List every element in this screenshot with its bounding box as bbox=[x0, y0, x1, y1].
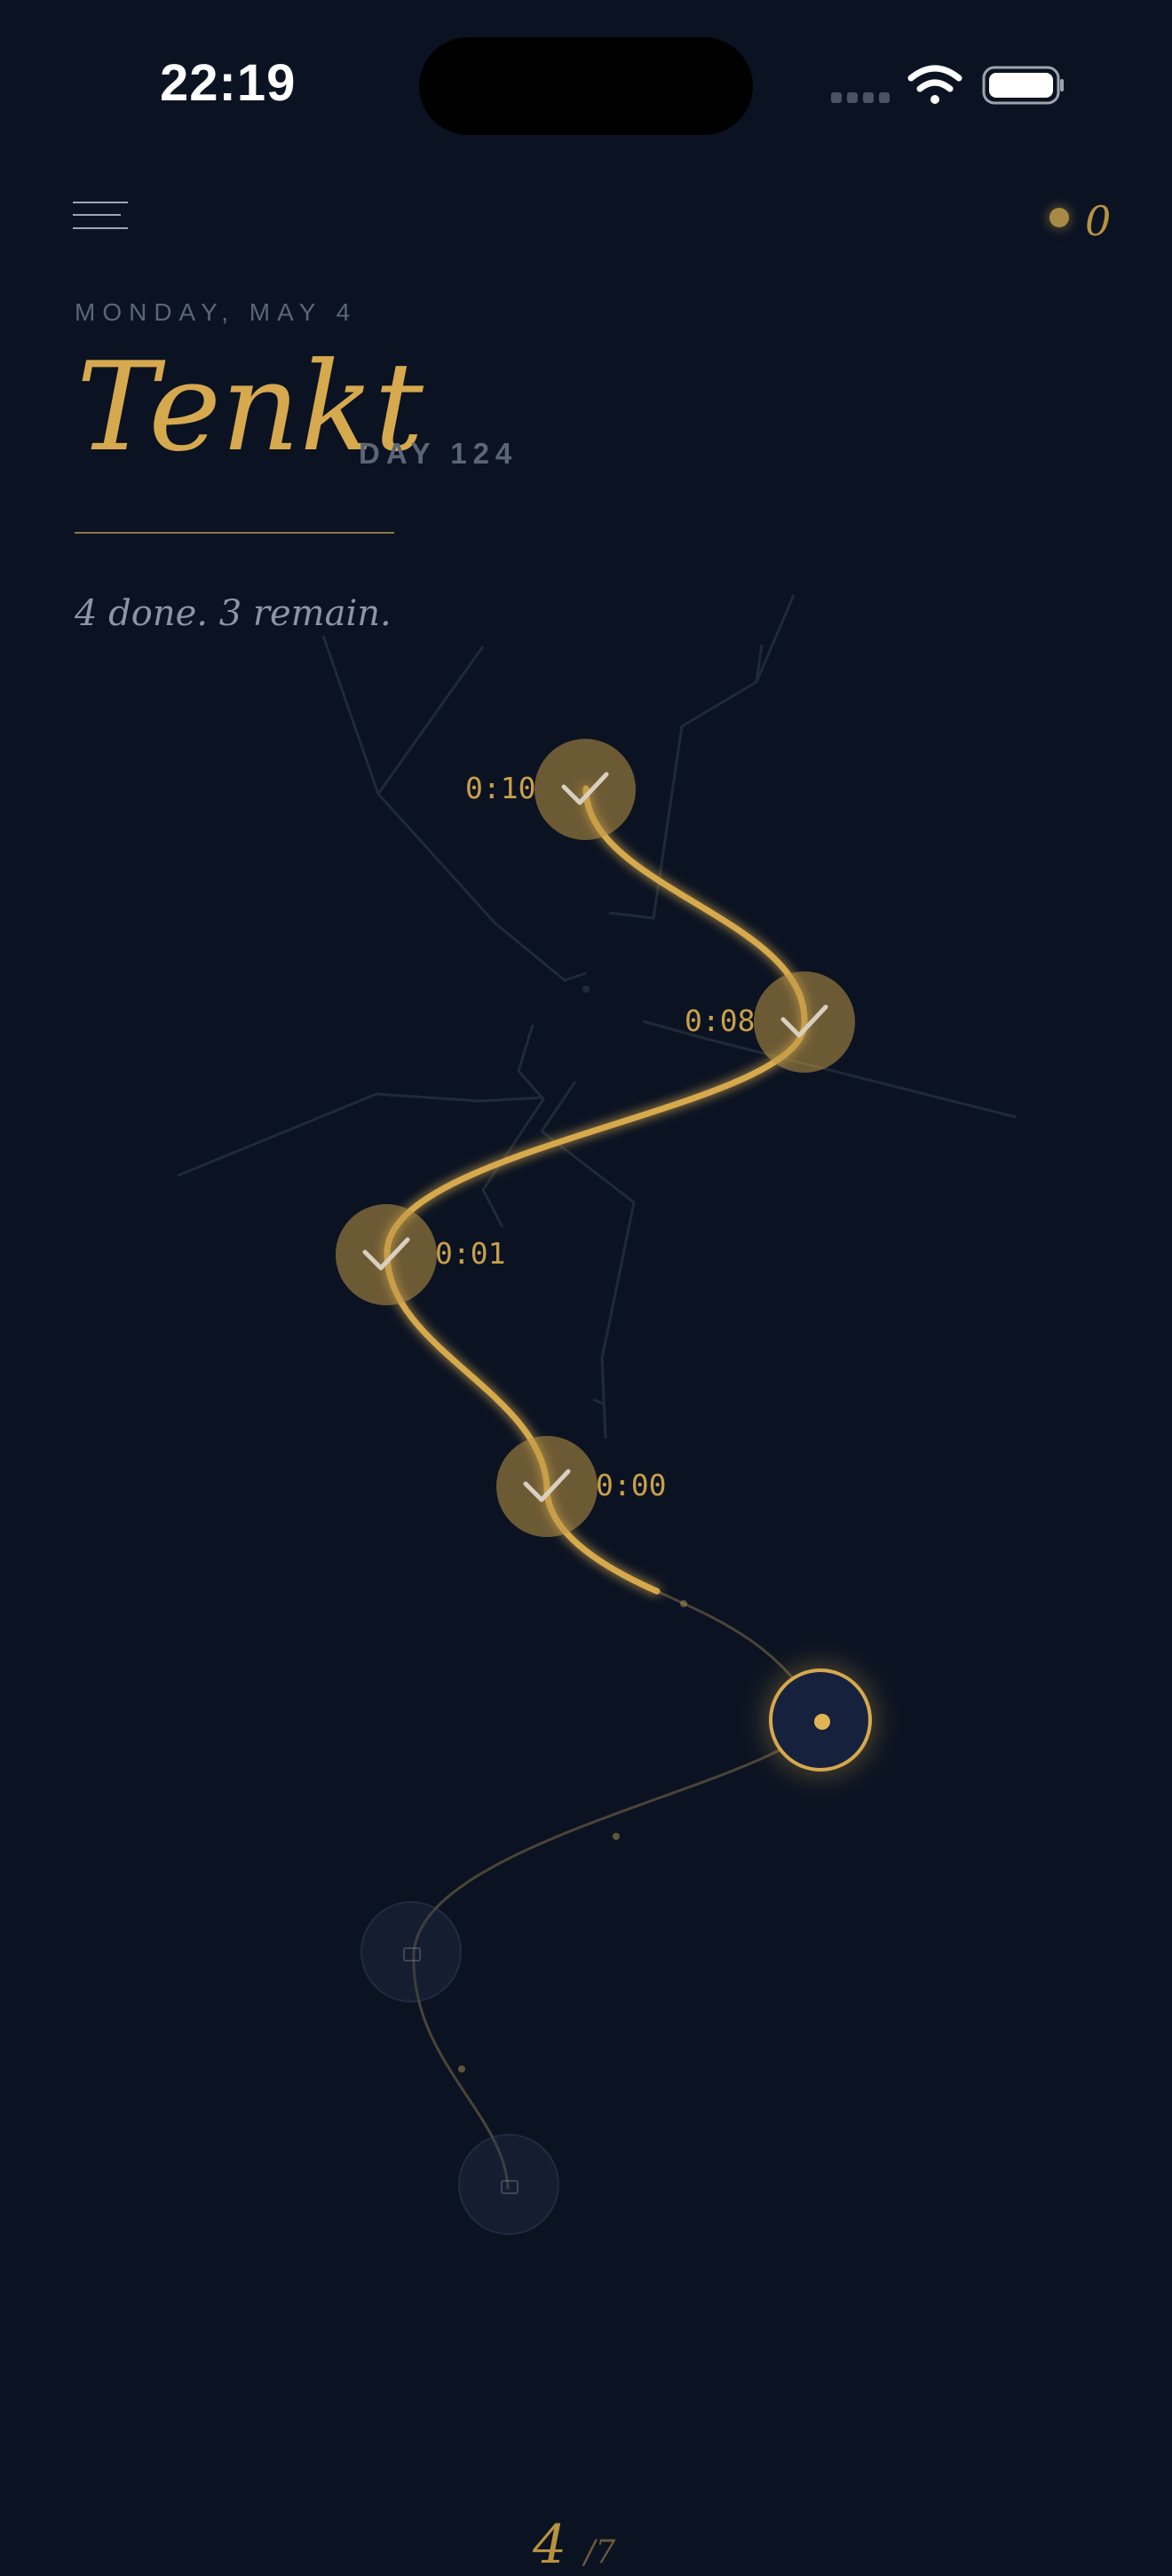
dot-icon bbox=[814, 1714, 830, 1730]
path-node-1[interactable] bbox=[535, 739, 636, 840]
checkmark-icon bbox=[523, 1469, 571, 1502]
path-map bbox=[177, 594, 1017, 2190]
node-time-3: 0:01 bbox=[435, 1236, 506, 1271]
path-node-locked-2 bbox=[458, 2134, 559, 2235]
upcoming-path bbox=[412, 1589, 822, 2190]
path-node-4[interactable] bbox=[496, 1436, 598, 1537]
progress-counter: 4/7 bbox=[533, 2518, 615, 2572]
checkmark-icon bbox=[561, 772, 609, 805]
node-time-1: 0:10 bbox=[465, 771, 536, 805]
path-node-current[interactable] bbox=[769, 1668, 872, 1771]
node-time-2: 0:08 bbox=[685, 1003, 756, 1038]
path-node-3[interactable] bbox=[336, 1204, 437, 1305]
map-lines bbox=[177, 594, 1017, 1439]
progress-total: /7 bbox=[584, 2534, 616, 2571]
checkmark-icon bbox=[362, 1237, 410, 1271]
path-node-locked-1 bbox=[360, 1901, 462, 2002]
progress-count: 4 bbox=[533, 2514, 567, 2576]
lock-icon bbox=[501, 2180, 519, 2194]
path-node-2[interactable] bbox=[754, 971, 855, 1073]
lock-icon bbox=[403, 1947, 421, 1962]
checkmark-icon bbox=[780, 1004, 828, 1038]
node-time-4: 0:00 bbox=[596, 1468, 667, 1502]
